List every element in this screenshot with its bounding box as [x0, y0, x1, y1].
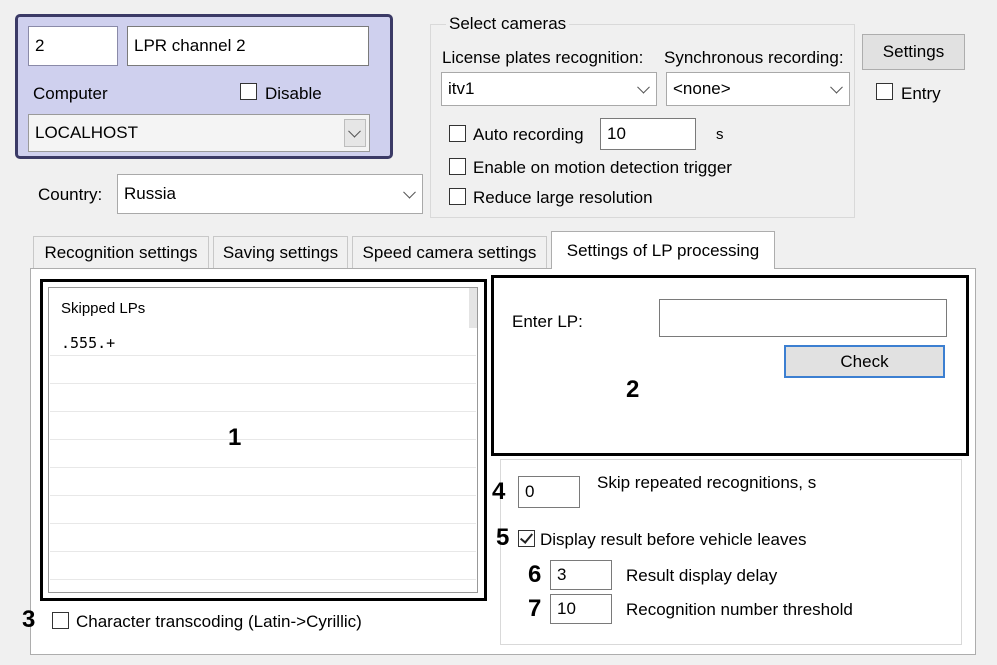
sync-recording-label: Synchronous recording:	[664, 48, 844, 67]
result-delay-input[interactable]: 3	[550, 560, 612, 590]
skipped-lps-list[interactable]: Skipped LPs .555.+	[48, 287, 478, 593]
skipped-lps-header: Skipped LPs	[61, 300, 146, 317]
select-cameras-title: Select cameras	[446, 14, 570, 34]
table-row	[50, 412, 476, 440]
channel-name-field[interactable]: LPR channel 2	[127, 26, 369, 66]
recognition-threshold-input[interactable]: 10	[550, 594, 612, 624]
table-row	[50, 440, 476, 468]
skip-repeated-label: Skip repeated recognitions, s	[597, 473, 817, 492]
country-label: Country:	[38, 185, 103, 204]
entry-checkbox[interactable]	[876, 83, 893, 100]
callout-4: 4	[492, 478, 506, 505]
skip-repeated-input[interactable]: 0	[518, 476, 580, 508]
table-row	[50, 328, 476, 356]
tab-recognition-settings[interactable]: Recognition settings	[33, 236, 209, 268]
transcoding-label: Character transcoding (Latin->Cyrillic)	[76, 612, 362, 631]
sync-recording-value: <none>	[673, 79, 731, 98]
callout-6: 6	[528, 561, 542, 588]
computer-label: Computer	[33, 84, 108, 103]
country-select-value: Russia	[124, 184, 176, 203]
reduce-resolution-checkbox[interactable]	[449, 188, 466, 205]
tab-speed-camera-settings[interactable]: Speed camera settings	[352, 236, 547, 268]
table-row	[50, 356, 476, 384]
callout-1: 1	[228, 424, 242, 451]
motion-trigger-checkbox[interactable]	[449, 158, 466, 175]
callout-7: 7	[528, 595, 542, 622]
callout-5: 5	[496, 524, 510, 551]
disable-label: Disable	[265, 84, 322, 103]
motion-trigger-label: Enable on motion detection trigger	[473, 158, 732, 177]
scrollbar[interactable]	[469, 288, 477, 328]
reduce-resolution-label: Reduce large resolution	[473, 188, 653, 207]
recognition-threshold-label: Recognition number threshold	[626, 600, 853, 619]
enter-lp-label: Enter LP:	[512, 312, 583, 331]
lpr-camera-select[interactable]: itv1	[441, 72, 657, 106]
callout-2: 2	[626, 376, 640, 403]
disable-checkbox[interactable]	[240, 83, 257, 100]
sync-recording-select[interactable]: <none>	[666, 72, 850, 106]
chevron-down-icon	[637, 80, 650, 94]
auto-recording-label: Auto recording	[473, 125, 584, 144]
display-result-label: Display result before vehicle leaves	[540, 530, 807, 549]
chevron-down-icon	[830, 80, 843, 94]
result-delay-label: Result display delay	[626, 566, 778, 585]
lpr-camera-label: License plates recognition:	[442, 48, 644, 67]
table-row	[50, 468, 476, 496]
table-row	[50, 496, 476, 524]
display-result-checkbox[interactable]	[518, 530, 535, 547]
table-row	[50, 524, 476, 552]
table-row	[50, 384, 476, 412]
table-row	[50, 552, 476, 580]
computer-select[interactable]: LOCALHOST	[28, 114, 370, 152]
auto-recording-unit: s	[716, 126, 724, 143]
lpr-camera-value: itv1	[448, 79, 475, 98]
country-select[interactable]: Russia	[117, 174, 423, 214]
transcoding-checkbox[interactable]	[52, 612, 69, 629]
check-button[interactable]: Check	[784, 345, 945, 378]
enter-lp-input[interactable]	[659, 299, 947, 337]
channel-id-field[interactable]: 2	[28, 26, 118, 66]
computer-select-value: LOCALHOST	[35, 123, 138, 142]
auto-recording-checkbox[interactable]	[449, 125, 466, 142]
chevron-down-icon	[403, 185, 416, 199]
tab-saving-settings[interactable]: Saving settings	[213, 236, 348, 268]
auto-recording-input[interactable]: 10	[600, 118, 696, 150]
entry-label: Entry	[901, 84, 941, 103]
settings-button[interactable]: Settings	[862, 34, 965, 70]
callout-3: 3	[22, 606, 36, 633]
tab-lp-processing[interactable]: Settings of LP processing	[551, 231, 775, 269]
